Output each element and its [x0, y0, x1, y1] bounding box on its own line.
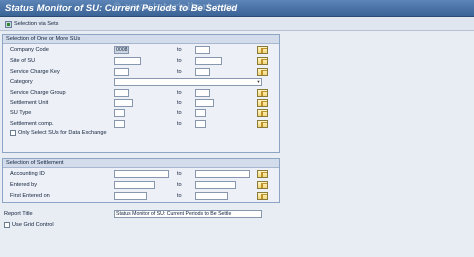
settlement-unit-multiple-selection-button[interactable]	[257, 99, 268, 107]
settlement-unit-from-field[interactable]	[114, 99, 133, 107]
only-select-sus-label: Only Select SUs for Data Exchange	[18, 130, 107, 136]
settlement-unit-to-label: to	[177, 100, 182, 106]
first-entered-on-to-field[interactable]	[195, 192, 228, 200]
selection-via-sets-button[interactable]: Selection via Sets	[5, 19, 58, 29]
entered-by-from-field[interactable]	[114, 181, 155, 189]
settlement-unit-label: Settlement Unit	[10, 100, 49, 106]
company-code-multiple-selection-button[interactable]	[257, 46, 268, 54]
company-code-from-field[interactable]: 0008	[114, 46, 129, 54]
company-code-label: Company Code	[10, 47, 49, 53]
settlement-comp-label: Settlement comp.	[10, 121, 54, 127]
title-bar: Status Monitor of SU: Current Periods to…	[0, 0, 474, 17]
service-charge-key-from-field[interactable]	[114, 68, 129, 76]
accounting-id-from-field[interactable]	[114, 170, 169, 178]
settlement-unit-to-field[interactable]	[195, 99, 214, 107]
first-entered-on-from-field[interactable]	[114, 192, 147, 200]
accounting-id-to-field[interactable]	[195, 170, 250, 178]
entered-by-label: Entered by	[10, 182, 38, 188]
category-dropdown[interactable]: ▼	[114, 78, 262, 86]
watermark: © www.tutorialkart.com	[112, 2, 236, 13]
selection-via-sets-label: Selection via Sets	[14, 21, 59, 27]
use-grid-control-checkbox[interactable]	[4, 222, 10, 228]
report-title-label: Report Title	[4, 211, 33, 217]
first-entered-on-label: First Entered on	[10, 193, 50, 199]
settlement-comp-to-label: to	[177, 121, 182, 127]
report-title-field[interactable]: Status Monitor of SU: Current Periods to…	[114, 210, 262, 218]
site-of-su-label: Site of SU	[10, 58, 36, 64]
selection-sets-icon	[5, 20, 12, 28]
first-entered-on-multiple-selection-button[interactable]	[257, 192, 268, 200]
settlement-selection-header: Selection of Settlement	[3, 159, 279, 168]
service-charge-group-label: Service Charge Group	[10, 90, 66, 96]
accounting-id-label: Accounting ID	[10, 171, 45, 177]
service-charge-key-multiple-selection-button[interactable]	[257, 68, 268, 76]
settlement-comp-from-field[interactable]	[114, 120, 125, 128]
site-of-su-multiple-selection-button[interactable]	[257, 57, 268, 65]
service-charge-key-label: Service Charge Key	[10, 69, 60, 75]
su-type-to-label: to	[177, 110, 182, 116]
first-entered-on-to-label: to	[177, 193, 182, 199]
accounting-id-multiple-selection-button[interactable]	[257, 170, 268, 178]
su-selection-header: Selection of One or More SUs	[3, 35, 279, 44]
settlement-comp-to-field[interactable]	[195, 120, 206, 128]
service-charge-key-to-label: to	[177, 69, 182, 75]
site-of-su-from-field[interactable]	[114, 57, 141, 65]
service-charge-group-from-field[interactable]	[114, 89, 129, 97]
only-select-sus-checkbox[interactable]	[10, 130, 16, 136]
company-code-to-field[interactable]	[195, 46, 210, 54]
su-type-label: SU Type	[10, 110, 32, 116]
entered-by-to-label: to	[177, 182, 182, 188]
service-charge-group-to-label: to	[177, 90, 182, 96]
application-toolbar: Selection via Sets	[0, 17, 474, 31]
su-type-from-field[interactable]	[114, 109, 125, 117]
site-of-su-to-label: to	[177, 58, 182, 64]
service-charge-key-to-field[interactable]	[195, 68, 210, 76]
service-charge-group-to-field[interactable]	[195, 89, 210, 97]
service-charge-group-multiple-selection-button[interactable]	[257, 89, 268, 97]
chevron-down-icon: ▼	[256, 79, 261, 84]
company-code-to-label: to	[177, 47, 182, 53]
accounting-id-to-label: to	[177, 171, 182, 177]
entered-by-multiple-selection-button[interactable]	[257, 181, 268, 189]
entered-by-to-field[interactable]	[195, 181, 236, 189]
settlement-comp-multiple-selection-button[interactable]	[257, 120, 268, 128]
use-grid-control-label: Use Grid Control	[12, 222, 54, 228]
site-of-su-to-field[interactable]	[195, 57, 222, 65]
category-label: Category	[10, 79, 33, 85]
su-type-to-field[interactable]	[195, 109, 206, 117]
su-type-multiple-selection-button[interactable]	[257, 109, 268, 117]
